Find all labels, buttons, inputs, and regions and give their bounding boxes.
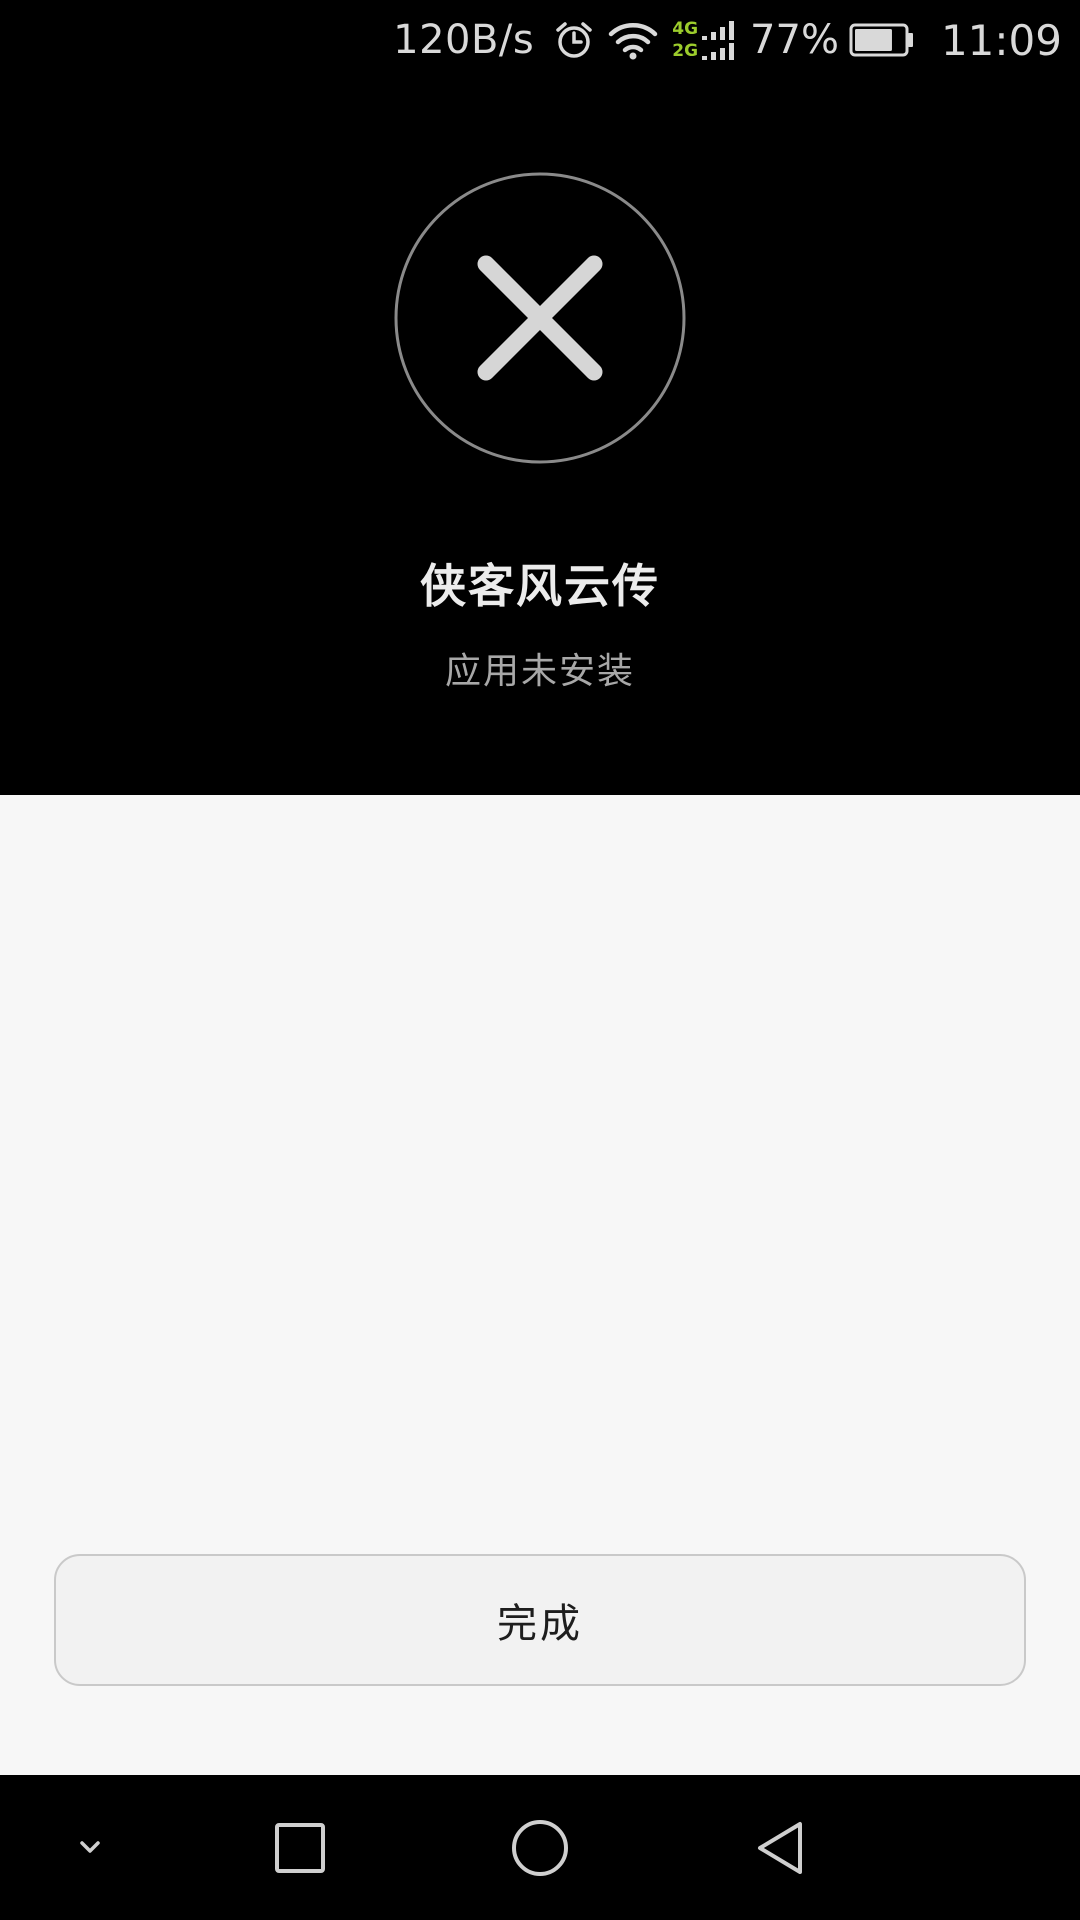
install-status-text: 应用未安装 [444,651,635,692]
network-type-top: 4G [672,19,699,39]
done-button[interactable]: 完成 [54,1554,1026,1686]
battery-icon [849,23,915,57]
network-type-indicator: 4G 2G [672,18,698,62]
wifi-icon [608,20,658,60]
install-result-screen: 120B/s 4G 2G 77% 11:09 侠客风云传 应用未安装 完成 [0,0,1080,1920]
home-circle-icon [512,1819,568,1876]
back-triangle-icon [758,1821,802,1874]
signal-icon [700,18,736,62]
close-circle-icon [394,172,686,464]
app-name: 侠客风云传 [420,559,660,613]
recents-square-icon [275,1822,325,1873]
nav-hide-button[interactable] [40,1775,140,1920]
nav-back-button[interactable] [730,1775,830,1920]
battery-percent: 77% [750,17,839,63]
chevron-down-icon [80,1840,100,1853]
install-result-header: 侠客风云传 应用未安装 [0,80,1080,795]
battery-level-fill [854,29,892,51]
net-speed: 120B/s [393,17,535,63]
navigation-bar [0,1775,1080,1920]
status-bar: 120B/s 4G 2G 77% 11:09 [0,0,1080,80]
nav-recents-button[interactable] [250,1775,350,1920]
network-type-bottom: 2G [672,41,699,61]
nav-home-button[interactable] [490,1775,590,1920]
clock: 11:09 [940,15,1062,65]
alarm-icon [554,20,594,60]
